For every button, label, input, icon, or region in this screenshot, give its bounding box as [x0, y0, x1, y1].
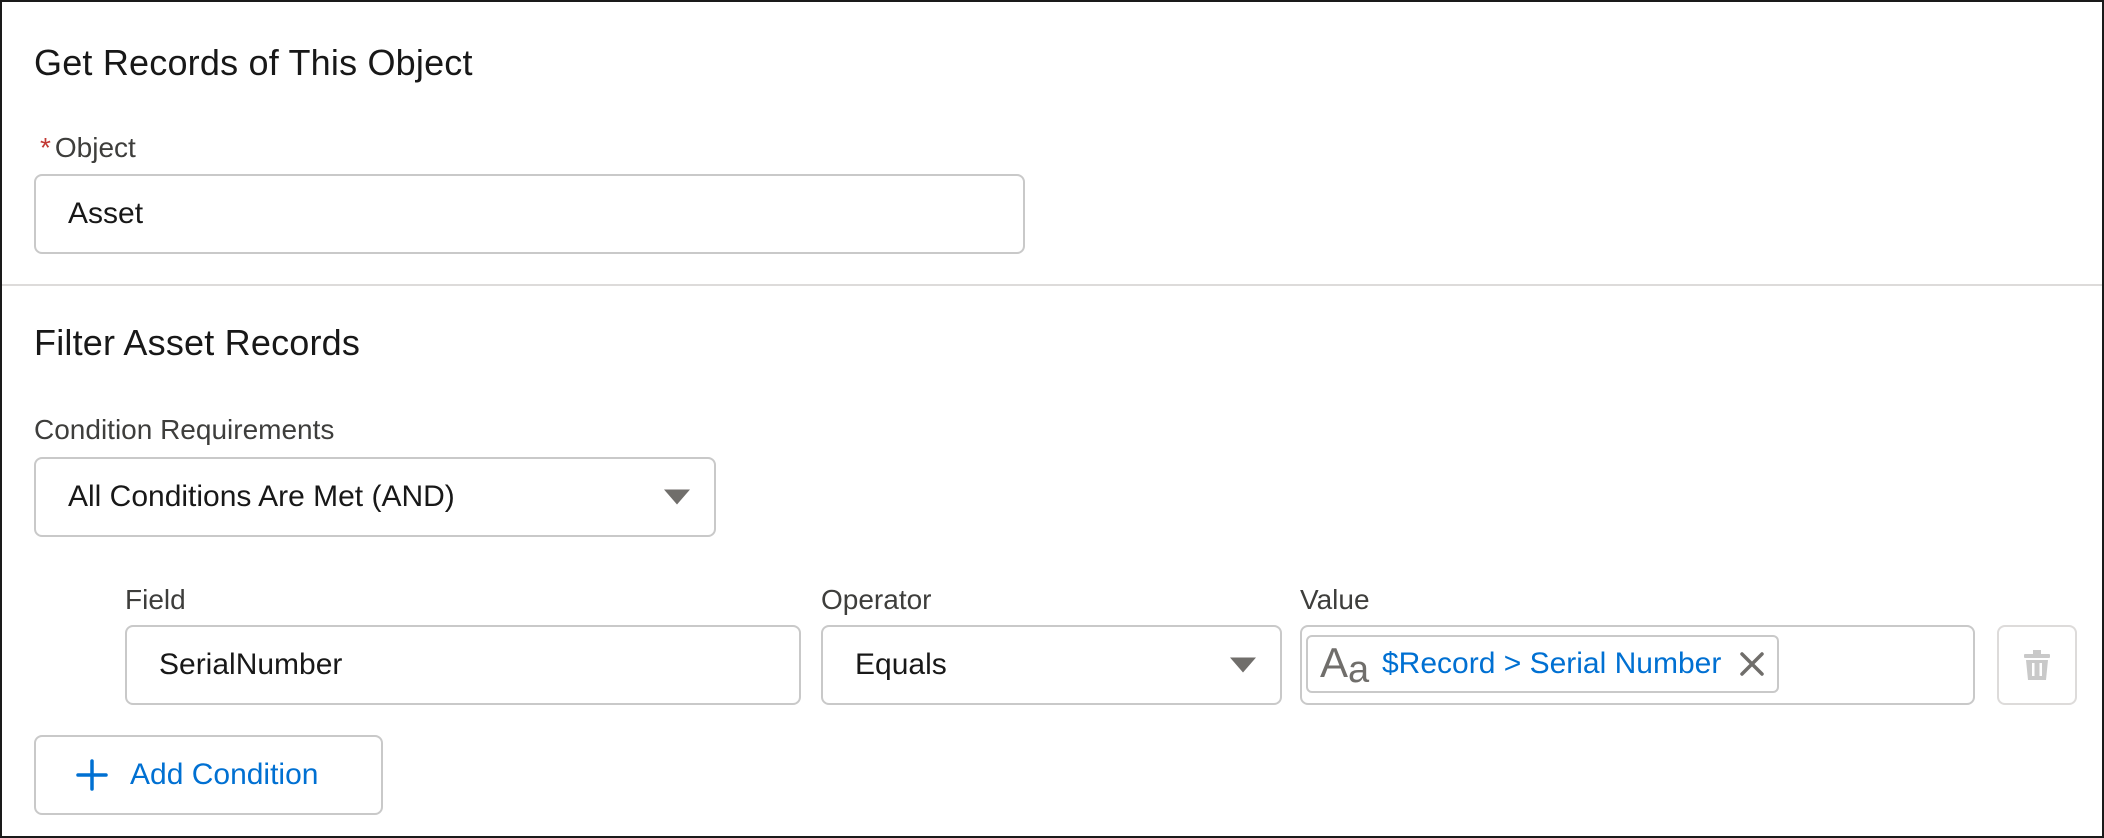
value-resource-pill[interactable]: Aa $Record > Serial Number: [1306, 635, 1780, 693]
value-pill-text: $Record > Serial Number: [1382, 647, 1722, 680]
trash-icon: [2024, 650, 2050, 680]
operator-column-label: Operator: [821, 584, 932, 615]
text-type-icon: Aa: [1320, 639, 1370, 691]
object-label-text: Object: [54, 132, 136, 163]
chevron-down-icon: [1230, 657, 1256, 673]
object-input-value: Asset: [68, 197, 144, 230]
condition-requirements-value: All Conditions Are Met (AND): [68, 480, 455, 513]
field-input-value: SerialNumber: [159, 648, 343, 681]
field-input[interactable]: SerialNumber: [125, 625, 801, 705]
condition-requirements-select[interactable]: All Conditions Are Met (AND): [34, 457, 716, 537]
object-section-title: Get Records of This Object: [34, 42, 473, 83]
filter-section-title: Filter Asset Records: [34, 322, 361, 363]
add-condition-button[interactable]: Add Condition: [34, 735, 383, 815]
condition-requirements-label: Condition Requirements: [34, 414, 335, 445]
object-input[interactable]: Asset: [34, 174, 1025, 254]
object-label: * Object: [40, 132, 136, 164]
value-input[interactable]: Aa $Record > Serial Number: [1300, 625, 1975, 705]
required-marker: *: [40, 132, 51, 163]
chevron-down-icon: [664, 489, 690, 505]
get-records-panel: Get Records of This Object * Object Asset…: [0, 0, 2104, 838]
delete-condition-button[interactable]: [1997, 625, 2077, 705]
close-icon[interactable]: [1735, 647, 1769, 681]
add-condition-label: Add Condition: [130, 758, 319, 791]
value-column-label: Value: [1300, 584, 1370, 615]
plus-icon: [76, 759, 108, 791]
operator-select-value: Equals: [855, 648, 947, 681]
operator-select[interactable]: Equals: [821, 625, 1282, 705]
section-divider: [2, 284, 2102, 286]
field-column-label: Field: [125, 584, 186, 615]
